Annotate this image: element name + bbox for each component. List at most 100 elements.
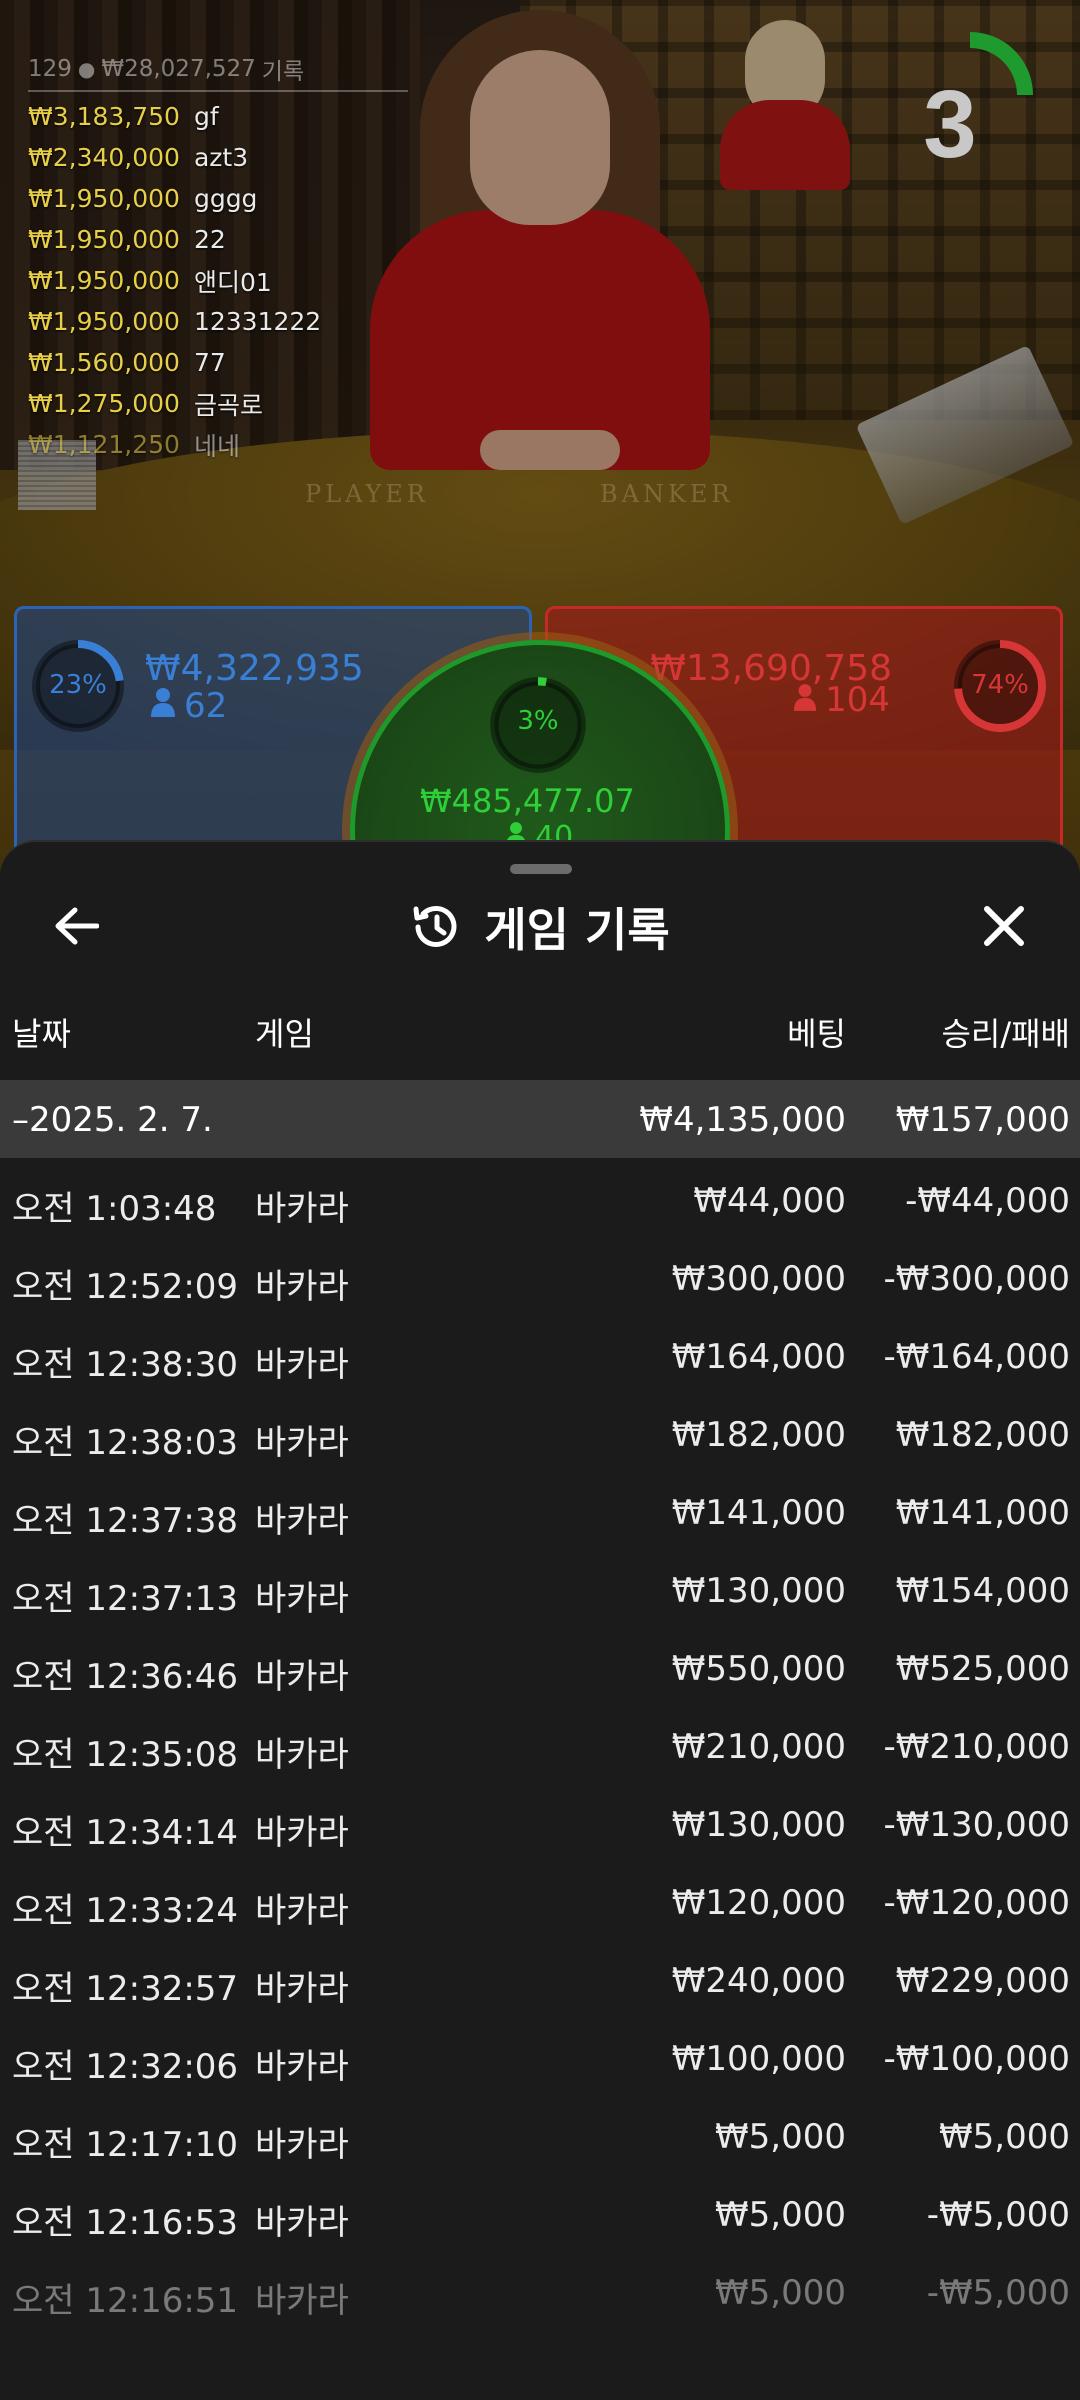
row-time: 오전 12:37:13 (12, 1579, 239, 1619)
date-group-row[interactable]: –2025. 2. 7. ₩4,135,000 ₩157,000 (0, 1080, 1080, 1158)
row-time: 오전 12:17:10 (12, 2125, 239, 2165)
row-time: 오전 12:33:24 (12, 1891, 239, 1931)
leaderboard-name: 앤디01 (193, 267, 272, 297)
leaderboard-name: 22 (193, 225, 226, 254)
row-time: 오전 12:32:57 (12, 1969, 239, 2009)
row-result: ₩5,000 (939, 2117, 1070, 2157)
table-row[interactable]: 오전 12:38:30 바카라 ₩164,000 -₩164,000 (0, 1314, 1080, 1392)
row-bet: ₩44,000 (693, 1181, 846, 1221)
leaderboard-name: 네네 (193, 431, 240, 461)
countdown-timer: 3 (905, 30, 1035, 178)
history-list: 오전 1:03:48 바카라 ₩44,000 -₩44,000 오전 12:52:09 바… (0, 1158, 1080, 2328)
row-result: ₩229,000 (895, 1961, 1070, 2001)
leaderboard-amount: ₩2,340,000 (28, 143, 180, 172)
leaderboard-amount: ₩1,950,000 (28, 184, 180, 213)
leaderboard-row: ₩1,950,000 gggg (28, 178, 321, 219)
leaderboard-suffix: 기록 (261, 59, 305, 85)
leaderboard-row: ₩1,950,000 22 (28, 219, 321, 260)
row-game: 바카라 (255, 1345, 349, 1385)
countdown-value: 3 (923, 71, 977, 178)
row-bet: ₩210,000 (671, 1727, 846, 1767)
sheet-title: 게임 기록 (484, 903, 670, 957)
row-result: -₩100,000 (883, 2039, 1071, 2079)
table-row[interactable]: 오전 12:38:03 바카라 ₩182,000 ₩182,000 (0, 1392, 1080, 1470)
date-group-result: ₩157,000 (895, 1100, 1070, 1140)
banker-count-row: 104 (793, 680, 890, 720)
table-row[interactable]: 오전 12:32:06 바카라 ₩100,000 -₩100,000 (0, 2016, 1080, 2094)
row-time: 오전 12:36:46 (12, 1657, 239, 1697)
player-amount: ₩4,322,935 (145, 648, 364, 689)
person-icon (793, 680, 817, 720)
date-group-bet: ₩4,135,000 (639, 1100, 846, 1140)
row-result: -₩5,000 (926, 2195, 1070, 2235)
leaderboard-name: gggg (193, 184, 258, 213)
sheet-drag-handle[interactable] (510, 864, 572, 874)
row-game: 바카라 (255, 2047, 349, 2087)
close-button[interactable] (968, 890, 1040, 962)
row-bet: ₩164,000 (671, 1337, 846, 1377)
row-bet: ₩130,000 (671, 1571, 846, 1611)
table-row[interactable]: 오전 12:16:51 바카라 ₩5,000 -₩5,000 (0, 2250, 1080, 2328)
row-bet: ₩130,000 (671, 1805, 846, 1845)
leaderboard-list: ₩3,183,750 gf ₩2,340,000 azt3 ₩1,950,000 gggg… (28, 96, 321, 465)
player-count-row: 62 (150, 686, 227, 726)
total-bets: ₩28,027,527 (101, 56, 256, 82)
table-row[interactable]: 오전 12:35:08 바카라 ₩210,000 -₩210,000 (0, 1704, 1080, 1782)
row-time: 오전 1:03:48 (12, 1189, 217, 1229)
row-result: -₩300,000 (883, 1259, 1071, 1299)
leaderboard-amount: ₩3,183,750 (28, 102, 180, 131)
row-time: 오전 12:38:30 (12, 1345, 239, 1385)
row-result: -₩164,000 (883, 1337, 1071, 1377)
leaderboard-name: 금곡로 (193, 390, 263, 420)
history-table-header: 날짜 게임 베팅 승리/패배 (0, 1002, 1080, 1062)
leaderboard-row: ₩1,950,000 앤디01 (28, 260, 321, 301)
banker-bettors: 104 (825, 680, 890, 720)
sheet-title-bar: 게임 기록 (0, 892, 1080, 962)
table-row[interactable]: 오전 12:17:10 바카라 ₩5,000 ₩5,000 (0, 2094, 1080, 2172)
row-game: 바카라 (255, 1189, 349, 1229)
leaderboard-divider (28, 90, 408, 92)
history-clock-icon (413, 905, 457, 947)
leaderboard-row: ₩1,560,000 77 (28, 342, 321, 383)
table-row[interactable]: 오전 12:37:38 바카라 ₩141,000 ₩141,000 (0, 1470, 1080, 1548)
leaderboard-row: ₩3,183,750 gf (28, 96, 321, 137)
row-bet: ₩550,000 (671, 1649, 846, 1689)
table-row[interactable]: 오전 12:32:57 바카라 ₩240,000 ₩229,000 (0, 1938, 1080, 2016)
table-row[interactable]: 오전 12:16:53 바카라 ₩5,000 -₩5,000 (0, 2172, 1080, 2250)
row-result: ₩154,000 (895, 1571, 1070, 1611)
row-bet: ₩5,000 (715, 2195, 846, 2235)
leaderboard-header: 129 ● ₩28,027,527 기록 (28, 52, 304, 86)
table-row[interactable]: 오전 12:37:13 바카라 ₩130,000 ₩154,000 (0, 1548, 1080, 1626)
table-row[interactable]: 오전 1:03:48 바카라 ₩44,000 -₩44,000 (0, 1158, 1080, 1236)
player-percent: 23% (49, 670, 107, 700)
row-bet: ₩141,000 (671, 1493, 846, 1533)
table-row[interactable]: 오전 12:33:24 바카라 ₩120,000 -₩120,000 (0, 1860, 1080, 1938)
table-row[interactable]: 오전 12:36:46 바카라 ₩550,000 ₩525,000 (0, 1626, 1080, 1704)
leaderboard-amount: ₩1,275,000 (28, 389, 180, 418)
table-row[interactable]: 오전 12:34:14 바카라 ₩130,000 -₩130,000 (0, 1782, 1080, 1860)
column-result: 승리/패배 (941, 1015, 1070, 1053)
row-result: -₩120,000 (883, 1883, 1071, 1923)
row-game: 바카라 (255, 2281, 349, 2321)
row-game: 바카라 (255, 1735, 349, 1775)
row-result: -₩5,000 (926, 2273, 1070, 2313)
row-time: 오전 12:16:51 (12, 2281, 239, 2321)
table-row[interactable]: 오전 12:52:09 바카라 ₩300,000 -₩300,000 (0, 1236, 1080, 1314)
leaderboard-name: azt3 (193, 143, 249, 172)
leaderboard-row: ₩1,950,000 12331222 (28, 301, 321, 342)
row-result: -₩44,000 (905, 1181, 1070, 1221)
column-game: 게임 (255, 1015, 314, 1053)
leaderboard-row: ₩2,340,000 azt3 (28, 137, 321, 178)
player-bettors: 62 (184, 686, 228, 726)
row-time: 오전 12:32:06 (12, 2047, 239, 2087)
row-bet: ₩100,000 (671, 2039, 846, 2079)
row-result: ₩182,000 (895, 1415, 1070, 1455)
row-game: 바카라 (255, 1423, 349, 1463)
row-time: 오전 12:37:38 (12, 1501, 239, 1541)
leaderboard-name: 77 (193, 348, 226, 377)
row-result: ₩141,000 (895, 1493, 1070, 1533)
row-result: -₩130,000 (883, 1805, 1071, 1845)
leaderboard-amount: ₩1,560,000 (28, 348, 180, 377)
tie-amount: ₩485,477.07 (420, 782, 635, 820)
leaderboard-name: 12331222 (193, 307, 322, 336)
